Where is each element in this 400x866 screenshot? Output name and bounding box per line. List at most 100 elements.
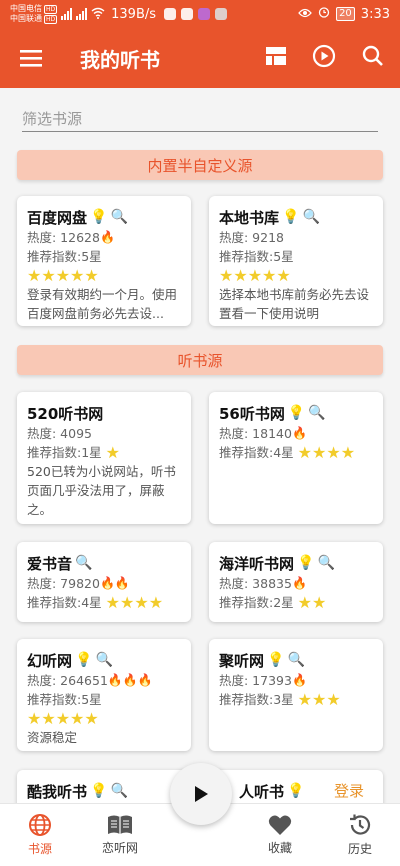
fire-icon: 🔥 (291, 673, 307, 687)
nav-item-lianting[interactable]: 恋听网 (80, 804, 160, 866)
heat: 热度: 12628 (27, 230, 100, 245)
app-icon (215, 8, 228, 20)
section-title: 内置半自定义源 (147, 156, 253, 175)
lightbulb-icon: 💡 (282, 209, 300, 225)
nav-item-sources[interactable]: 书源 (0, 804, 80, 866)
filter-input[interactable]: 筛选书源 (22, 108, 378, 132)
nav-label: 书源 (27, 842, 52, 856)
play-all-button[interactable] (312, 44, 336, 72)
dashboard-icon (266, 47, 286, 65)
description: 资源稳定 (27, 730, 78, 745)
source-card-520[interactable]: 520听书网 热度: 4095 推荐指数:1星 ★ 520已转为小说网站，听书页… (17, 392, 191, 524)
nav-label: 收藏 (267, 841, 292, 855)
source-name: 爱书音 (27, 554, 73, 573)
rating: 推荐指数:1星 (27, 445, 102, 460)
search-icon: 🔍 (308, 405, 326, 421)
nav-item-history[interactable]: 历史 (320, 804, 400, 866)
rating: 推荐指数:4星 (219, 445, 294, 460)
source-name: 百度网盘 (27, 208, 88, 227)
filter-placeholder: 筛选书源 (22, 110, 83, 128)
source-card-baidu[interactable]: 百度网盘 💡 🔍 热度: 12628 🔥 推荐指数:5星 ★★★★★ 登录有效期约一个… (17, 196, 191, 326)
description: 选择本地书库前务必先去设置看一下使用说明 (219, 287, 370, 321)
play-circle-icon (312, 44, 336, 68)
source-card-local[interactable]: 本地书库 💡 🔍 热度: 9218 推荐指数:5星 ★★★★★ 选择本地书库前务必先… (209, 196, 383, 326)
fire-icon: 🔥 (291, 426, 307, 440)
star-rating: ★★★ (297, 690, 341, 709)
search-icon: 🔍 (75, 555, 93, 571)
carrier-1: 中国电信 (10, 4, 42, 13)
heat: 热度: 4095 (27, 426, 92, 441)
lightbulb-icon: 💡 (287, 405, 306, 421)
source-card-haiyang[interactable]: 海洋听书网 💡 🔍 热度: 38835 🔥 推荐指数:2星 ★★ (209, 542, 383, 622)
fire-icon: 🔥🔥 (99, 576, 130, 590)
search-icon: 🔍 (287, 652, 305, 668)
carrier-info: 中国电信 HD 中国联通 HD (10, 4, 58, 24)
source-name: 聚听网 (219, 651, 265, 670)
description: 520已转为小说网站，听书页面几乎没法用了，屏蔽之。 (27, 464, 176, 517)
fire-icon: 🔥🔥🔥 (107, 673, 153, 687)
star-rating: ★★★★★ (27, 266, 99, 285)
signal-icon (61, 8, 73, 20)
star-rating: ★★ (297, 593, 327, 612)
wifi-icon (91, 7, 105, 22)
search-icon: 🔍 (302, 209, 320, 225)
login-link[interactable]: 登录 (334, 780, 364, 801)
heat: 热度: 9218 (219, 230, 284, 245)
heat: 热度: 17393 (219, 673, 292, 688)
star-rating: ★★★★ (105, 593, 164, 612)
book-icon (108, 815, 132, 834)
star-rating: ★ (105, 443, 120, 462)
network-speed: 139B/s (111, 6, 157, 22)
nav-item-favorites[interactable]: 收藏 (240, 804, 320, 866)
source-card-56[interactable]: 56听书网 💡 🔍 热度: 18140 🔥 推荐指数:4星 ★★★★ (209, 392, 383, 524)
menu-button[interactable] (0, 28, 62, 88)
search-icon: 🔍 (110, 209, 128, 225)
source-name: 人听书 (239, 782, 285, 801)
status-bar: 中国电信 HD 中国联通 HD 139B/s 20 3:33 (0, 0, 400, 28)
app-icon (198, 8, 211, 20)
heat: 热度: 18140 (219, 426, 292, 441)
source-card-juting[interactable]: 聚听网 💡 🔍 热度: 17393 🔥 推荐指数:3星 ★★★ (209, 639, 383, 751)
heat: 热度: 79820 (27, 576, 100, 591)
source-name: 本地书库 (219, 208, 280, 227)
rating: 推荐指数:2星 (219, 595, 294, 610)
source-name: 海洋听书网 (219, 554, 295, 573)
layout-button[interactable] (266, 47, 286, 69)
search-icon: 🔍 (110, 783, 128, 799)
rating: 推荐指数:5星 (219, 249, 294, 264)
lightbulb-icon: 💡 (297, 555, 315, 571)
source-name: 幻听网 (27, 651, 73, 670)
search-button[interactable] (362, 45, 384, 71)
nav-label: 恋听网 (101, 841, 138, 855)
star-rating: ★★★★ (297, 443, 356, 462)
play-icon (195, 786, 208, 802)
search-icon: 🔍 (317, 555, 335, 571)
lightbulb-icon: 💡 (287, 783, 305, 799)
search-icon: 🔍 (95, 652, 113, 668)
menu-icon (20, 50, 42, 67)
history-icon (350, 814, 371, 835)
description: 登录有效期约一个月。使用百度网盘前务必先去设... (27, 287, 178, 321)
source-card-huanting[interactable]: 幻听网 💡 🔍 热度: 264651 🔥🔥🔥 推荐指数:5星 ★★★★★ 资源稳定 (17, 639, 191, 751)
hd-badge: HD (44, 4, 58, 14)
fire-icon: 🔥 (291, 576, 307, 590)
section-title: 听书源 (177, 351, 223, 370)
image-app-icon (181, 8, 194, 20)
play-button[interactable] (170, 763, 232, 825)
star-rating: ★★★★★ (219, 266, 291, 285)
carrier-2: 中国联通 (10, 14, 42, 23)
rating: 推荐指数:4星 (27, 595, 102, 610)
star-rating: ★★★★★ (27, 709, 99, 728)
battery-icon: 20 (336, 7, 355, 21)
source-name: 520听书网 (27, 404, 104, 423)
source-card-aishuyin[interactable]: 爱书音 🔍 热度: 79820 🔥🔥 推荐指数:4星 ★★★★ (17, 542, 191, 622)
section-header-listen: 听书源 (17, 345, 383, 375)
lightbulb-icon: 💡 (90, 783, 108, 799)
lightbulb-icon: 💡 (75, 652, 93, 668)
globe-icon (29, 814, 51, 836)
hd-badge: HD (44, 14, 58, 24)
heart-icon (268, 815, 292, 835)
heat: 热度: 38835 (219, 576, 292, 591)
cloud-app-icon (164, 8, 177, 20)
app-bar: 我的听书 (0, 28, 400, 88)
